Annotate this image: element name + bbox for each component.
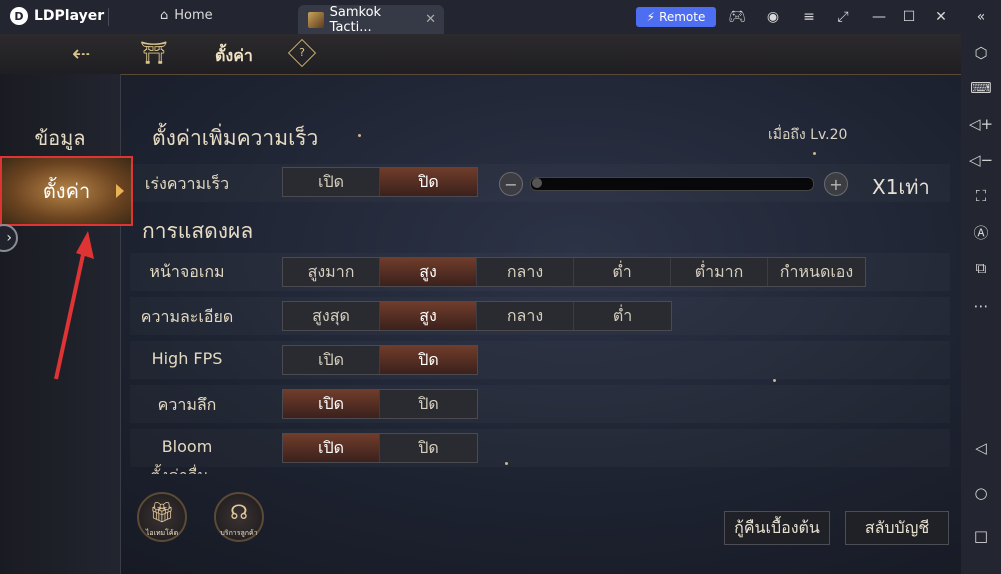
game-icon xyxy=(308,11,324,28)
home-icon: ⌂ xyxy=(160,8,169,23)
game-screen: ⇠ ⛩ ตั้งค่า ? ข้อมูล ตั้งค่า › ตั้งค่าเพ… xyxy=(0,34,961,574)
speed-on-option[interactable]: เปิด xyxy=(283,168,380,196)
sidebar-item-settings[interactable]: ตั้งค่า xyxy=(0,156,133,226)
customer-service-caption: บริการลูกค้า xyxy=(220,529,258,537)
android-recents-icon[interactable]: □ xyxy=(971,526,991,546)
gift-code-caption: ไอเทมโค้ด xyxy=(145,529,179,537)
fps-on-option[interactable]: เปิด xyxy=(283,346,380,374)
quality-option[interactable]: สูง xyxy=(380,258,477,286)
depth-label: ความลึก xyxy=(157,395,217,414)
annotation-arrow xyxy=(54,231,94,380)
bloom-on-option[interactable]: เปิด xyxy=(283,434,380,462)
sidebar-item-label: ตั้งค่า xyxy=(42,179,91,203)
quality-option[interactable]: ต่ำมาก xyxy=(671,258,768,286)
help-icon[interactable]: ? xyxy=(287,38,317,68)
resize-icon[interactable]: ⤢ xyxy=(834,8,852,26)
speed-slider[interactable] xyxy=(530,177,814,191)
speed-plus-button[interactable]: + xyxy=(824,172,848,196)
remote-button[interactable]: ⚡ Remote xyxy=(636,7,716,27)
tab-home-label: Home xyxy=(174,8,213,23)
customer-service-button[interactable]: ☊ บริการลูกค้า xyxy=(214,492,264,542)
speed-toggle: เปิด ปิด xyxy=(282,167,478,197)
speed-minus-button[interactable]: − xyxy=(499,172,523,196)
sparkle xyxy=(813,152,816,155)
fps-row-bg xyxy=(130,341,950,379)
unlock-level-note: เมื่อถึง Lv.20 xyxy=(768,127,848,143)
close-icon[interactable]: ✕ xyxy=(932,8,950,26)
keyboard-icon[interactable]: ⌨ xyxy=(970,78,992,98)
display-section-title: การแสดงผล xyxy=(142,219,254,243)
bloom-label: Bloom xyxy=(161,437,213,456)
volume-up-icon[interactable]: ◁+ xyxy=(969,114,993,134)
palace-icon[interactable]: ⛩ xyxy=(140,41,168,66)
more-icon[interactable]: ⋯ xyxy=(971,296,991,316)
other-settings-title: ตั้งค่าอื่น xyxy=(150,464,208,474)
android-home-icon[interactable]: ○ xyxy=(971,483,991,503)
speed-slider-handle[interactable] xyxy=(532,178,542,188)
screen-quality-selector: สูงมาก สูง กลาง ต่ำ ต่ำมาก กำหนดเอง xyxy=(282,257,866,287)
remote-label: Remote xyxy=(659,10,706,24)
lightning-icon: ⚡ xyxy=(646,10,656,24)
app-name: LDPlayer xyxy=(34,8,105,24)
bloom-toggle: เปิด ปิด xyxy=(282,433,478,463)
sidebar-item-info[interactable]: ข้อมูล xyxy=(0,122,120,154)
back-arrow-icon[interactable]: ⇠ xyxy=(72,42,90,67)
switch-account-button[interactable]: สลับบัญชี xyxy=(845,511,949,545)
app-logo: D LDPlayer xyxy=(10,7,104,25)
titlebar-divider xyxy=(108,8,109,26)
resolution-selector: สูงสุด สูง กลาง ต่ำ xyxy=(282,301,672,331)
gift-icon: 🎁︎ xyxy=(149,500,175,524)
maximize-icon[interactable]: ☐ xyxy=(900,8,918,26)
resolution-option[interactable]: สูง xyxy=(380,302,477,330)
screen-quality-label: หน้าจอเกม xyxy=(149,262,225,281)
screenshot-icon[interactable]: ⛶ xyxy=(971,186,991,206)
gift-code-button[interactable]: 🎁︎ ไอเทมโค้ด xyxy=(137,492,187,542)
resolution-option[interactable]: กลาง xyxy=(477,302,574,330)
speed-row-label: เร่งความเร็ว xyxy=(144,174,230,193)
speed-section-title: ตั้งค่าเพิ่มความเร็ว xyxy=(152,126,319,150)
restore-default-button[interactable]: กู้คืนเบื้องต้น xyxy=(724,511,830,545)
speed-multiplier: X1เท่า xyxy=(872,175,930,199)
android-back-icon[interactable]: ◁ xyxy=(971,438,991,458)
ldplayer-logo-icon: D xyxy=(10,7,28,25)
sparkle xyxy=(773,379,776,382)
resolution-option[interactable]: ต่ำ xyxy=(574,302,671,330)
high-fps-toggle: เปิด ปิด xyxy=(282,345,478,375)
high-fps-label: High FPS xyxy=(151,349,223,368)
menu-icon[interactable]: ≡ xyxy=(800,8,818,26)
depth-on-option[interactable]: เปิด xyxy=(283,390,380,418)
collapse-sidebar-icon[interactable]: « xyxy=(972,8,990,26)
tab-game-label: Samkok Tacti... xyxy=(329,4,382,35)
auto-click-icon[interactable]: Ⓐ xyxy=(971,222,991,242)
depth-row-bg xyxy=(130,385,950,423)
tab-home[interactable]: ⌂ Home xyxy=(160,8,213,23)
fps-off-option[interactable]: ปิด xyxy=(380,346,477,374)
volume-down-icon[interactable]: ◁− xyxy=(969,150,993,170)
multi-instance-icon[interactable]: ⧉ xyxy=(971,258,991,278)
emulator-side-toolbar: ⬡ ⌨ ◁+ ◁− ⛶ Ⓐ ⧉ ⋯ ◁ ○ □ xyxy=(961,34,1001,574)
emulator-titlebar: D LDPlayer ⌂ Home Samkok Tacti... ✕ ⚡ Re… xyxy=(0,0,1001,35)
depth-toggle: เปิด ปิด xyxy=(282,389,478,419)
resolution-label: ความละเอียด xyxy=(140,307,234,326)
quality-option[interactable]: กลาง xyxy=(477,258,574,286)
minimize-icon[interactable]: — xyxy=(870,8,888,26)
resolution-option[interactable]: สูงสุด xyxy=(283,302,380,330)
page-title: ตั้งค่า xyxy=(215,46,253,65)
quality-option[interactable]: ต่ำ xyxy=(574,258,671,286)
quality-option[interactable]: กำหนดเอง xyxy=(768,258,865,286)
tab-game[interactable]: Samkok Tacti... ✕ xyxy=(298,4,444,35)
gamepad-icon[interactable]: 🎮︎ xyxy=(728,8,746,26)
bloom-off-option[interactable]: ปิด xyxy=(380,434,477,462)
sparkle xyxy=(358,134,361,137)
speed-off-option[interactable]: ปิด xyxy=(380,168,477,196)
account-icon[interactable]: ◉ xyxy=(764,8,782,26)
bloom-row-bg xyxy=(130,429,950,467)
close-tab-icon[interactable]: ✕ xyxy=(425,12,436,27)
settings-hex-icon[interactable]: ⬡ xyxy=(971,43,991,63)
quality-option[interactable]: สูงมาก xyxy=(283,258,380,286)
game-top-nav: ⇠ ⛩ ตั้งค่า ? xyxy=(0,34,961,75)
depth-off-option[interactable]: ปิด xyxy=(380,390,477,418)
headset-icon: ☊ xyxy=(230,500,248,524)
